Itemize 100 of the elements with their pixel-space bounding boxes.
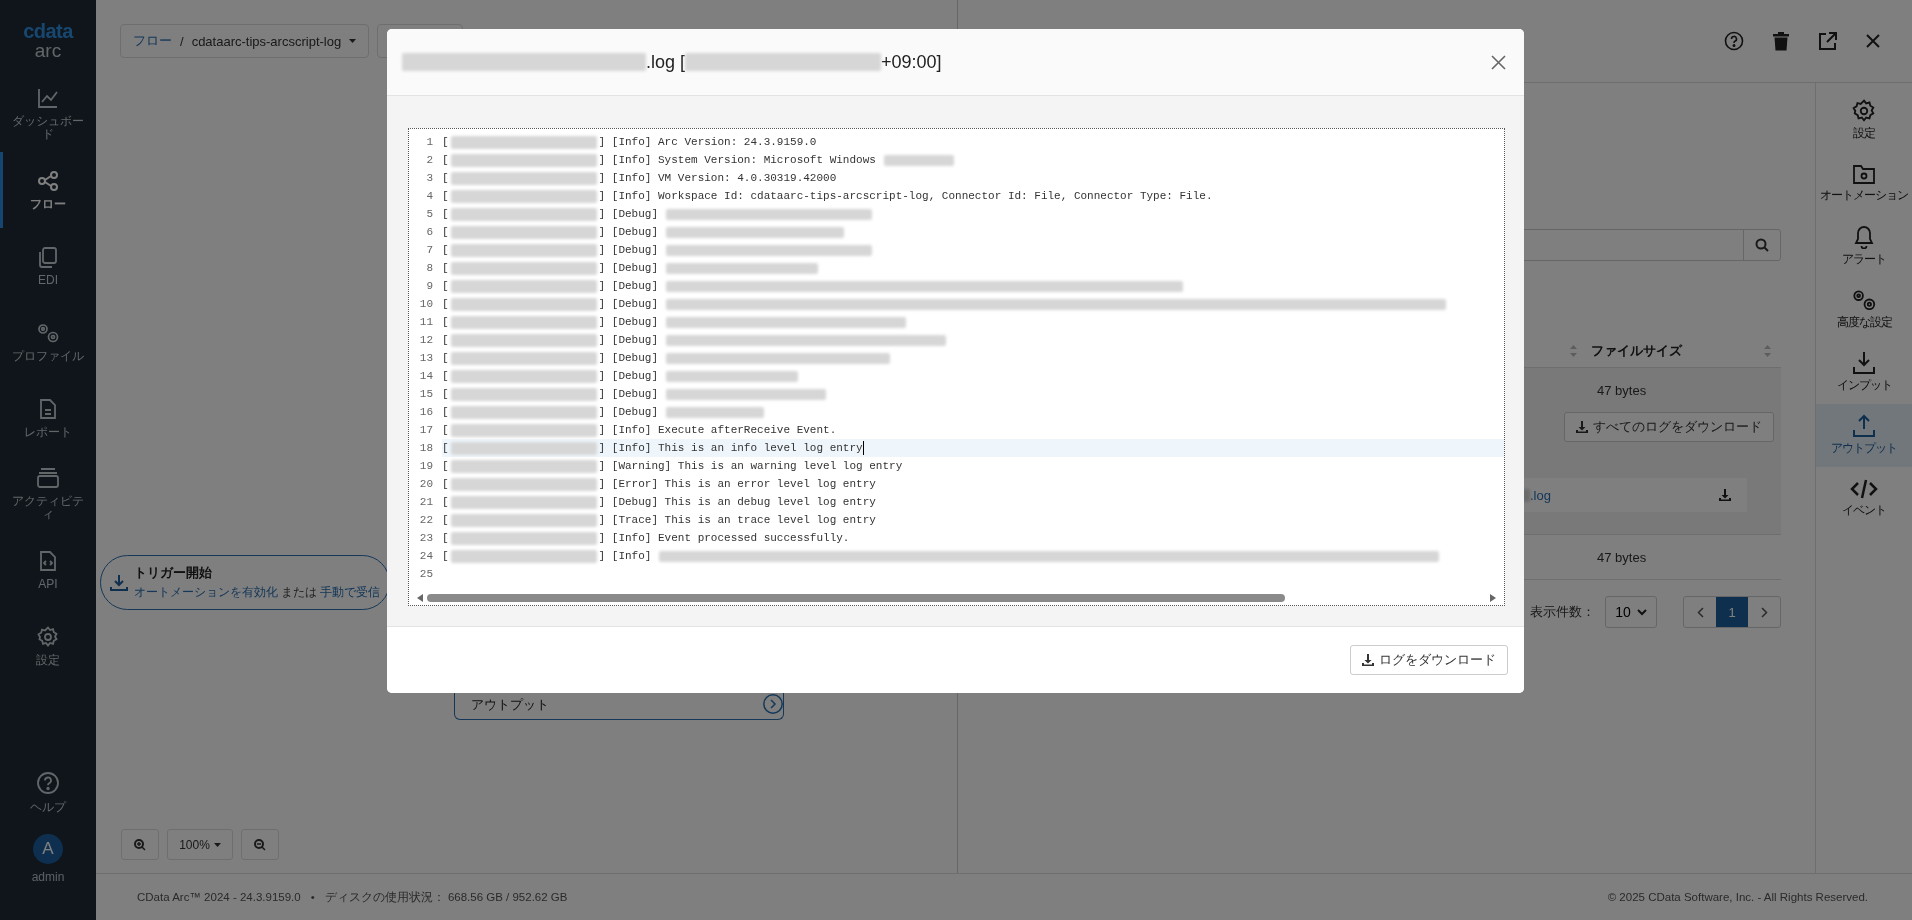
zoom-in-button[interactable]	[121, 829, 159, 860]
panel-tab[interactable]: オートメーション	[1816, 152, 1912, 215]
help-icon[interactable]	[1724, 31, 1744, 51]
log-text: ] [Debug]	[598, 334, 659, 346]
nav-label: ヘルプ	[29, 800, 68, 814]
log-text: [	[442, 460, 449, 472]
code-file-icon	[38, 549, 58, 572]
close-icon[interactable]	[1866, 34, 1880, 48]
log-text: [	[442, 316, 449, 328]
panel-tab[interactable]: インプット	[1816, 341, 1912, 404]
manual-receive-link[interactable]: 手動で受信	[320, 584, 380, 601]
nav-item[interactable]: API	[0, 532, 96, 608]
table-cell-text: 47 bytes	[1597, 382, 1648, 398]
enable-automation-link[interactable]: オートメーションを有効化	[134, 584, 278, 601]
log-text: [	[442, 154, 449, 166]
log-text: ] [Info] Workspace Id: cdataarc-tips-arcscript-log, Connector Id: File, Connector Type: File.	[598, 190, 1213, 202]
settings-icon	[37, 625, 59, 648]
download-icon	[1576, 421, 1588, 433]
log-text: [	[442, 280, 449, 292]
panel-tab[interactable]: アラート	[1816, 215, 1912, 278]
log-text: [	[442, 424, 449, 436]
nav-label: レポート	[23, 425, 73, 439]
log-text: ] [Error] This is an error level log entry	[598, 478, 876, 490]
nav-item[interactable]: アクティビティ	[0, 456, 96, 532]
log-text: [	[442, 496, 449, 508]
page-size-select[interactable]: 10	[1605, 596, 1657, 628]
settings-icon	[1852, 99, 1876, 123]
log-text: ] [Info]	[598, 550, 652, 562]
panel-tab[interactable]: アウトプット	[1816, 404, 1912, 467]
log-text: [	[442, 550, 449, 562]
folder-gear-icon	[1852, 163, 1876, 185]
page-size-label: 表示件数：	[1530, 603, 1595, 621]
table-cell-text: 47 bytes	[1597, 549, 1648, 565]
panel-tab[interactable]: 設定	[1816, 89, 1912, 152]
scroll-right-icon[interactable]	[1490, 594, 1496, 602]
breadcrumb-link[interactable]: フロー	[133, 32, 172, 50]
log-text: [	[442, 406, 449, 418]
download-icon[interactable]	[1719, 489, 1731, 501]
log-text: [	[442, 370, 449, 382]
zoom-level-dropdown[interactable]: 100%	[167, 829, 233, 860]
workspace-name: cdataarc-tips-arcscript-log	[191, 33, 342, 49]
search-icon	[1755, 238, 1769, 252]
nav-item[interactable]: 設定	[0, 608, 96, 684]
panel-tab[interactable]: 高度な設定	[1816, 278, 1912, 341]
log-text: [	[442, 352, 449, 364]
nav-item[interactable]: ダッシュボード	[0, 76, 96, 152]
documents-icon	[37, 245, 59, 268]
gears-icon	[1850, 288, 1878, 312]
nav-item[interactable]: EDI	[0, 228, 96, 304]
log-text: ] [Debug]	[598, 226, 659, 238]
nav-item[interactable]: レポート	[0, 380, 96, 456]
chevron-right-icon	[1760, 606, 1768, 618]
log-text: [	[442, 208, 449, 220]
node-label: アウトプット	[471, 696, 549, 714]
tab-label: 設定	[1853, 125, 1875, 142]
file-link[interactable]: .log	[1530, 487, 1551, 503]
log-text: ] [Debug]	[598, 244, 659, 256]
logo-brand: cdata	[23, 21, 73, 41]
trigger-node[interactable]: トリガー開始 オートメーションを有効化 または 手動で受信	[100, 555, 390, 610]
user-name: admin	[30, 871, 66, 884]
download-log-button[interactable]: ログをダウンロード	[1350, 645, 1508, 675]
log-text: [	[442, 262, 449, 274]
caret-icon	[213, 842, 221, 847]
gears-icon	[35, 321, 61, 344]
log-text: ] [Debug]	[598, 280, 659, 292]
log-text: ] [Debug]	[598, 208, 659, 220]
bell-icon	[1853, 225, 1875, 249]
scrollbar-thumb[interactable]	[427, 594, 1285, 602]
log-text: [	[442, 172, 449, 184]
avatar[interactable]: A	[33, 834, 63, 864]
help-nav-item[interactable]: ヘルプ	[0, 754, 96, 830]
scroll-left-icon[interactable]	[417, 594, 423, 602]
stack-icon	[36, 467, 60, 489]
log-text: [	[442, 442, 449, 454]
log-text: [	[442, 532, 449, 544]
download-all-button[interactable]: すべてのログをダウンロード	[1564, 412, 1774, 442]
log-text: ] [Warning] This is an warning level log entry	[598, 460, 903, 472]
log-text: ] [Debug]	[598, 316, 659, 328]
page-button[interactable]: 1	[1716, 597, 1748, 627]
copyright-text: © 2025 CData Software, Inc. - All Rights Reserved.	[1607, 891, 1868, 903]
document-icon	[38, 397, 58, 420]
column-header: ファイルサイズ	[1591, 342, 1682, 360]
log-text: ] [Debug] This is an debug level log entry	[598, 496, 876, 508]
tab-label: インプット	[1836, 377, 1892, 394]
log-text: [	[442, 334, 449, 346]
external-link-icon[interactable]	[1818, 31, 1837, 51]
separator-dot: •	[309, 891, 316, 903]
nav-label: アクティビティ	[11, 495, 85, 521]
log-viewer[interactable]	[408, 128, 1505, 606]
log-text: ] [Info] VM Version: 4.0.30319.42000	[598, 172, 837, 184]
panel-tab[interactable]: イベント	[1816, 467, 1912, 530]
log-text: [	[442, 190, 449, 202]
close-icon[interactable]	[1491, 54, 1506, 70]
trash-icon[interactable]	[1773, 31, 1789, 51]
log-text: ] [Debug]	[598, 388, 659, 400]
log-text: [	[442, 136, 449, 148]
log-text: [	[442, 514, 449, 526]
zoom-out-button[interactable]	[241, 829, 279, 860]
breadcrumb-button[interactable]: フロー / cdataarc-tips-arcscript-log	[120, 24, 370, 58]
log-text: ] [Debug]	[598, 298, 659, 310]
